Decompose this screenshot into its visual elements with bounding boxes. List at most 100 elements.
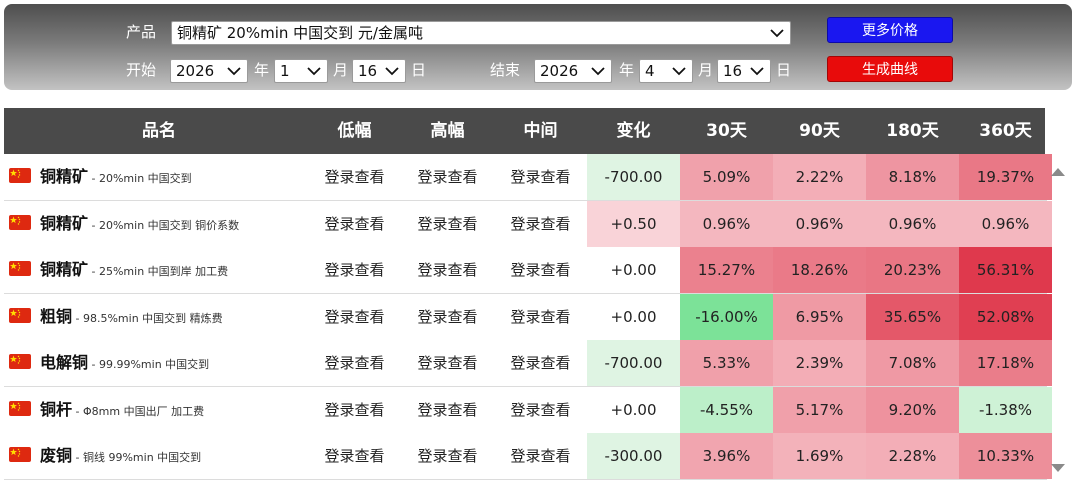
china-flag-icon: [9, 168, 31, 183]
start-day-unit: 日: [411, 61, 427, 79]
start-month-select[interactable]: 1: [274, 59, 328, 83]
chevron-down-icon: [385, 66, 399, 76]
end-year-select[interactable]: 2026: [534, 59, 612, 83]
product-name-label: 铜精矿: [40, 167, 89, 186]
change-180d-cell: 0.96%: [866, 200, 959, 247]
end-day-unit: 日: [776, 61, 792, 79]
scroll-up-arrow-icon[interactable]: [1050, 163, 1066, 176]
table-row[interactable]: 废铜 - 铜线 99%min 中国交到 登录查看 登录查看 登录查看 -300.00 3.…: [4, 433, 1052, 480]
high-cell[interactable]: 登录查看: [401, 201, 494, 247]
start-year-select[interactable]: 2026: [170, 59, 248, 83]
name-separator: -: [88, 265, 99, 278]
product-spec: 20%min 中国交到: [98, 172, 192, 185]
table-row[interactable]: 铜精矿 - 20%min 中国交到 铜价系数 登录查看 登录查看 登录查看 +0.50 0…: [4, 200, 1052, 248]
low-cell[interactable]: 登录查看: [308, 294, 401, 340]
start-year-value: 2026: [176, 62, 215, 80]
mid-cell[interactable]: 登录查看: [494, 294, 587, 340]
product-name[interactable]: 铜精矿 - 20%min 中国交到 铜价系数: [40, 201, 239, 249]
change-cell: -700.00: [587, 340, 680, 386]
scroll-down-arrow-icon[interactable]: [1050, 459, 1066, 472]
product-name-label: 铜精矿: [40, 260, 89, 279]
mid-cell[interactable]: 登录查看: [494, 433, 587, 479]
table-row[interactable]: 铜精矿 - 25%min 中国到岸 加工费 登录查看 登录查看 登录查看 +0.00 15…: [4, 247, 1052, 294]
name-separator: -: [88, 218, 99, 232]
product-name-cell[interactable]: 电解铜 - 99.99%min 中国交到: [4, 340, 314, 386]
mid-cell[interactable]: 登录查看: [494, 154, 587, 200]
column-header-low: 低幅: [337, 121, 372, 141]
china-flag-icon: [9, 214, 31, 230]
change-180d-cell: 8.18%: [866, 154, 959, 200]
product-name[interactable]: 废铜 - 铜线 99%min 中国交到: [40, 433, 201, 481]
table-row[interactable]: 粗铜 - 98.5%min 中国交到 精炼费 登录查看 登录查看 登录查看 +0.00-…: [4, 293, 1052, 341]
low-cell[interactable]: 登录查看: [308, 247, 401, 293]
product-name-label: 粗铜: [40, 306, 73, 326]
column-header-360d: 360天: [979, 121, 1032, 141]
mid-cell[interactable]: 登录查看: [494, 340, 587, 386]
table-header: 品名 低幅 高幅 中间 变化 30天 90天 180天 360天: [4, 108, 1045, 154]
change-180d-cell: 20.23%: [866, 247, 959, 293]
chevron-down-icon: [307, 66, 321, 76]
high-cell[interactable]: 登录查看: [401, 340, 494, 386]
chevron-down-icon: [770, 28, 784, 38]
product-select[interactable]: 铜精矿 20%min 中国交到 元/金属吨: [171, 21, 791, 45]
change-360d-cell: 56.31%: [959, 247, 1052, 293]
low-cell[interactable]: 登录查看: [308, 433, 401, 479]
china-flag-icon: [9, 400, 31, 416]
low-cell[interactable]: 登录查看: [308, 387, 401, 433]
name-separator: -: [72, 451, 83, 464]
product-name[interactable]: 铜精矿 - 20%min 中国交到: [40, 154, 192, 202]
high-cell[interactable]: 登录查看: [401, 294, 494, 340]
change-cell: +0.00: [587, 293, 680, 340]
start-month-unit: 月: [333, 61, 349, 79]
change-cell: +0.50: [587, 200, 680, 247]
product-name[interactable]: 铜精矿 - 25%min 中国到岸 加工费: [40, 247, 228, 295]
start-label: 开始: [126, 61, 157, 79]
change-180d-cell: 2.28%: [866, 433, 959, 479]
product-name-cell[interactable]: 铜精矿 - 20%min 中国交到: [4, 154, 314, 200]
table-row[interactable]: 铜精矿 - 20%min 中国交到 登录查看 登录查看 登录查看 -700.00 5.09…: [4, 154, 1052, 201]
high-cell[interactable]: 登录查看: [401, 387, 494, 433]
column-header-name: 品名: [142, 121, 176, 141]
product-name[interactable]: 粗铜 - 98.5%min 中国交到 精炼费: [40, 294, 223, 342]
generate-curve-button[interactable]: 生成曲线: [827, 56, 953, 82]
end-year-value: 2026: [540, 62, 579, 80]
end-day-select[interactable]: 16: [717, 59, 771, 83]
product-spec: 25%min 中国到岸 加工费: [98, 265, 229, 278]
change-360d-cell: 17.18%: [959, 340, 1052, 386]
more-price-button[interactable]: 更多价格: [827, 17, 953, 43]
end-month-select[interactable]: 4: [639, 59, 693, 83]
mid-cell[interactable]: 登录查看: [494, 247, 587, 293]
product-name-cell[interactable]: 废铜 - 铜线 99%min 中国交到: [4, 433, 314, 479]
product-name[interactable]: 电解铜 - 99.99%min 中国交到: [40, 340, 209, 388]
high-cell[interactable]: 登录查看: [401, 433, 494, 479]
mid-cell[interactable]: 登录查看: [494, 387, 587, 433]
low-cell[interactable]: 登录查看: [308, 201, 401, 247]
product-name-cell[interactable]: 粗铜 - 98.5%min 中国交到 精炼费: [4, 294, 314, 340]
mid-cell[interactable]: 登录查看: [494, 201, 587, 247]
column-header-mid: 中间: [523, 121, 558, 141]
product-name-cell[interactable]: 铜精矿 - 25%min 中国到岸 加工费: [4, 247, 314, 293]
end-day-value: 16: [723, 62, 743, 80]
start-day-select[interactable]: 16: [352, 59, 406, 83]
table-row[interactable]: 铜杆 - Φ8mm 中国出厂 加工费 登录查看 登录查看 登录查看 +0.00 -4.55…: [4, 386, 1052, 434]
change-360d-cell: 19.37%: [959, 154, 1052, 200]
high-cell[interactable]: 登录查看: [401, 154, 494, 200]
change-30d-cell: 0.96%: [680, 200, 773, 247]
low-cell[interactable]: 登录查看: [308, 340, 401, 386]
low-cell[interactable]: 登录查看: [308, 154, 401, 200]
change-90d-cell: 1.69%: [773, 433, 866, 479]
change-360d-cell: -1.38%: [959, 386, 1052, 433]
change-30d-cell: -4.55%: [680, 386, 773, 433]
product-name-cell[interactable]: 铜杆 - Φ8mm 中国出厂 加工费: [4, 387, 314, 433]
table-row[interactable]: 电解铜 - 99.99%min 中国交到 登录查看 登录查看 登录查看 -700.00 5…: [4, 340, 1052, 387]
chevron-down-icon: [672, 66, 686, 76]
china-flag-icon: [9, 447, 31, 462]
china-flag-icon: [9, 354, 31, 369]
product-name-cell[interactable]: 铜精矿 - 20%min 中国交到 铜价系数: [4, 201, 314, 247]
high-cell[interactable]: 登录查看: [401, 247, 494, 293]
product-name[interactable]: 铜杆 - Φ8mm 中国出厂 加工费: [40, 387, 204, 435]
change-90d-cell: 6.95%: [773, 293, 866, 340]
change-cell: -700.00: [587, 154, 680, 200]
end-year-unit: 年: [619, 61, 635, 79]
chevron-down-icon: [750, 66, 764, 76]
